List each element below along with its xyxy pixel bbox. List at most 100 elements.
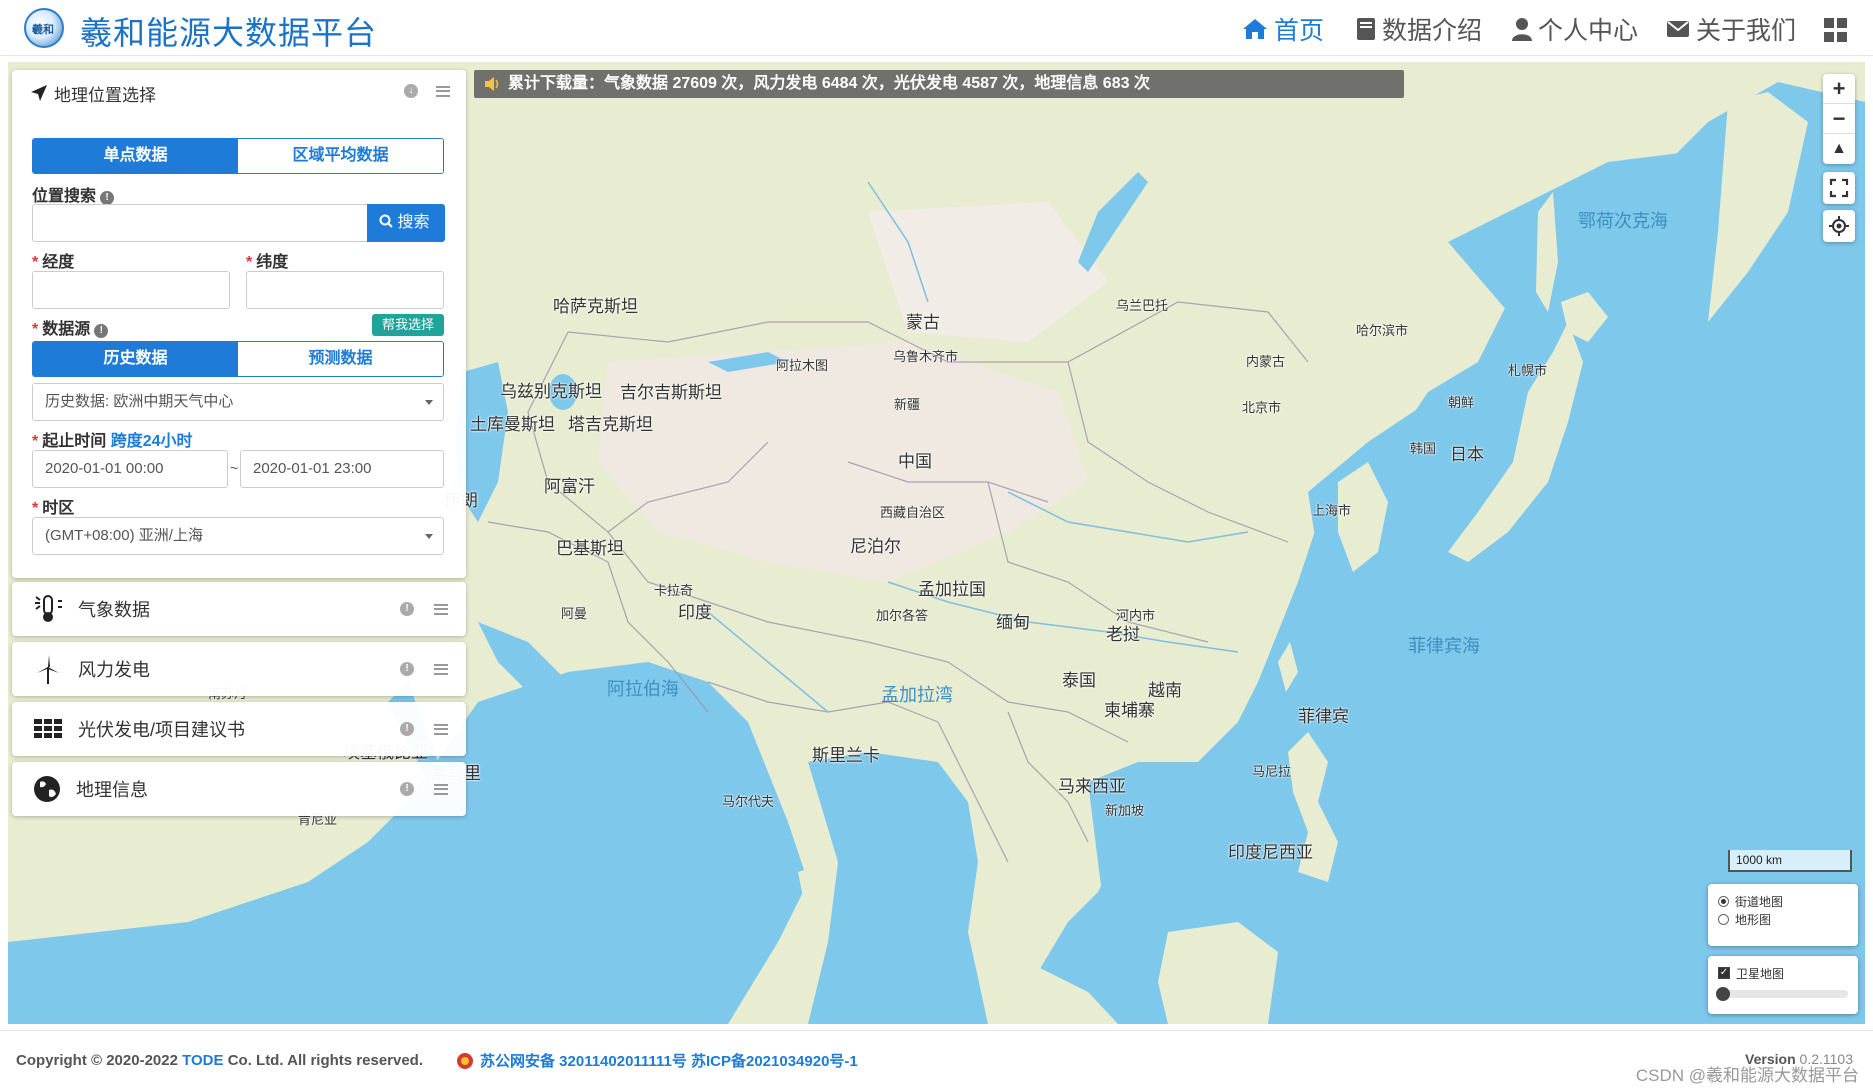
search-button[interactable]: 搜索 <box>367 204 445 242</box>
nav-home[interactable]: 首页 <box>1242 12 1324 46</box>
accordion-wind[interactable]: 风力发电 ! <box>12 642 466 696</box>
map-label: 北京市 <box>1242 400 1282 415</box>
nav-profile-label: 个人中心 <box>1538 17 1639 45</box>
map-label: 新加坡 <box>1105 803 1145 818</box>
fullscreen-button[interactable] <box>1823 172 1855 204</box>
globe-icon <box>34 776 60 802</box>
map-label: 阿拉伯海 <box>607 679 679 699</box>
longitude-label: * 经度 <box>32 254 75 271</box>
copyright-suffix: Co. Ltd. All rights reserved. <box>223 1052 424 1069</box>
basemap-option-terrain[interactable]: 地形图 <box>1718 910 1848 928</box>
longitude-label-text: 经度 <box>42 254 75 271</box>
logo-text: 羲和 <box>32 23 54 36</box>
map-label: 菲律宾 <box>1298 707 1349 726</box>
map-label: 巴基斯坦 <box>556 539 624 558</box>
nav-about[interactable]: 关于我们 <box>1666 12 1796 46</box>
map-label: 加尔各答 <box>876 608 929 623</box>
locate-button[interactable] <box>1823 210 1855 242</box>
map-label: 中国 <box>898 452 932 471</box>
top-nav-bar: 羲和 羲和能源大数据平台 首页 数据介绍 个人中心 关于我们 <box>0 0 1873 56</box>
satellite-layer-box: ✓ 卫星地图 <box>1708 956 1858 1014</box>
tab-historical[interactable]: 历史数据 <box>33 342 238 376</box>
menu-icon[interactable] <box>434 603 448 615</box>
satellite-checkbox[interactable]: ✓ <box>1718 967 1730 979</box>
map-label: 鄂荷次克海 <box>1578 211 1668 231</box>
satellite-toggle[interactable]: ✓ 卫星地图 <box>1718 964 1848 982</box>
timezone-select[interactable]: (GMT+08:00) 亚洲/上海 <box>32 517 444 555</box>
envelope-icon <box>1667 21 1689 37</box>
zoom-control: + − ▲ <box>1823 74 1855 164</box>
end-time-input[interactable]: 2020-01-01 23:00 <box>240 450 444 488</box>
map-label: 马尼拉 <box>1252 764 1292 779</box>
accordion-geo-label: 地理信息 <box>76 780 148 800</box>
download-circle-icon[interactable]: ↓ <box>404 84 418 98</box>
zoom-in-button[interactable]: + <box>1823 74 1855 104</box>
zoom-out-button[interactable]: − <box>1823 104 1855 134</box>
thermometer-sun-icon <box>35 595 62 622</box>
watermark: CSDN @羲和能源大数据平台 <box>1635 1066 1859 1085</box>
tab-region-average[interactable]: 区域平均数据 <box>238 139 443 173</box>
solar-panel-icon <box>34 719 62 738</box>
latitude-input[interactable] <box>246 271 444 309</box>
beian-link[interactable]: 苏公网安备 32011402011111号 苏ICP备2021034920号-1 <box>456 1050 858 1071</box>
reset-north-button[interactable]: ▲ <box>1823 134 1855 164</box>
radio-street[interactable] <box>1718 895 1729 907</box>
search-label-text: 位置搜索 <box>32 188 97 205</box>
location-panel-header[interactable]: 地理位置选择 ↓ <box>12 70 466 116</box>
accordion-geo[interactable]: 地理信息 ! <box>12 762 466 816</box>
accordion-weather[interactable]: 气象数据 ! <box>12 582 466 636</box>
map-label: 马尔代夫 <box>722 794 775 809</box>
map-label: 新疆 <box>894 397 921 412</box>
menu-icon[interactable] <box>434 723 448 735</box>
menu-icon[interactable] <box>434 783 448 795</box>
info-icon[interactable]: ! <box>400 782 414 796</box>
map-label: 印度尼西亚 <box>1228 843 1313 862</box>
nav-profile[interactable]: 个人中心 <box>1512 12 1638 46</box>
source-label-text: 数据源 <box>42 321 91 338</box>
fullscreen-icon <box>1829 178 1849 198</box>
menu-icon[interactable] <box>436 85 450 97</box>
nav-about-label: 关于我们 <box>1696 17 1797 45</box>
satellite-label: 卫星地图 <box>1736 966 1785 981</box>
radio-terrain[interactable] <box>1718 913 1729 925</box>
menu-icon[interactable] <box>434 663 448 675</box>
help-me-choose-button[interactable]: 帮我选择 <box>372 314 444 336</box>
brand-logo[interactable]: 羲和 <box>24 8 64 48</box>
source-select[interactable]: 历史数据: 欧洲中期天气中心 <box>32 383 444 421</box>
book-icon <box>1357 18 1375 40</box>
basemap-option-street[interactable]: 街道地图 <box>1718 892 1848 910</box>
mode-tabs: 单点数据 区域平均数据 <box>32 138 444 174</box>
tab-forecast[interactable]: 预测数据 <box>238 342 443 376</box>
info-icon[interactable]: ! <box>100 191 115 205</box>
search-label: 位置搜索! <box>32 182 115 206</box>
satellite-opacity-slider[interactable] <box>1716 987 1848 1001</box>
map-label: 土库曼斯坦 <box>470 415 555 434</box>
info-icon[interactable]: ! <box>400 602 414 616</box>
basemap-option-terrain-label: 地形图 <box>1735 912 1772 927</box>
info-icon[interactable]: ! <box>400 722 414 736</box>
tab-single-point[interactable]: 单点数据 <box>33 139 238 173</box>
location-arrow-icon <box>31 85 47 101</box>
timezone-label-text: 时区 <box>42 500 75 517</box>
grid-icon[interactable] <box>1824 18 1848 42</box>
map-label: 阿富汗 <box>544 477 595 496</box>
map-label: 乌鲁木齐市 <box>893 349 959 364</box>
longitude-input[interactable] <box>32 271 230 309</box>
map-label: 菲律宾海 <box>1408 636 1480 656</box>
copyright-prefix: Copyright © 2020-2022 <box>16 1052 183 1069</box>
announcement-text: 累计下载量：气象数据 27609 次，风力发电 6484 次，光伏发电 4587… <box>508 75 1150 92</box>
home-icon <box>1243 19 1267 39</box>
time-span-hint: 跨度24小时 <box>110 433 193 450</box>
info-icon[interactable]: ! <box>94 324 109 338</box>
map-label: 吉尔吉斯斯坦 <box>620 383 722 402</box>
brand-title[interactable]: 羲和能源大数据平台 <box>80 8 377 54</box>
accordion-solar[interactable]: 光伏发电/项目建议书 ! <box>12 702 466 756</box>
company-link[interactable]: TODE <box>182 1052 223 1069</box>
map-label: 泰国 <box>1062 671 1096 690</box>
search-input[interactable] <box>32 204 378 242</box>
start-time-input[interactable]: 2020-01-01 00:00 <box>32 450 228 488</box>
slider-knob[interactable] <box>1716 987 1730 1001</box>
info-icon[interactable]: ! <box>400 662 414 676</box>
map-label: 孟加拉湾 <box>881 685 953 705</box>
nav-data-intro[interactable]: 数据介绍 <box>1356 12 1482 46</box>
